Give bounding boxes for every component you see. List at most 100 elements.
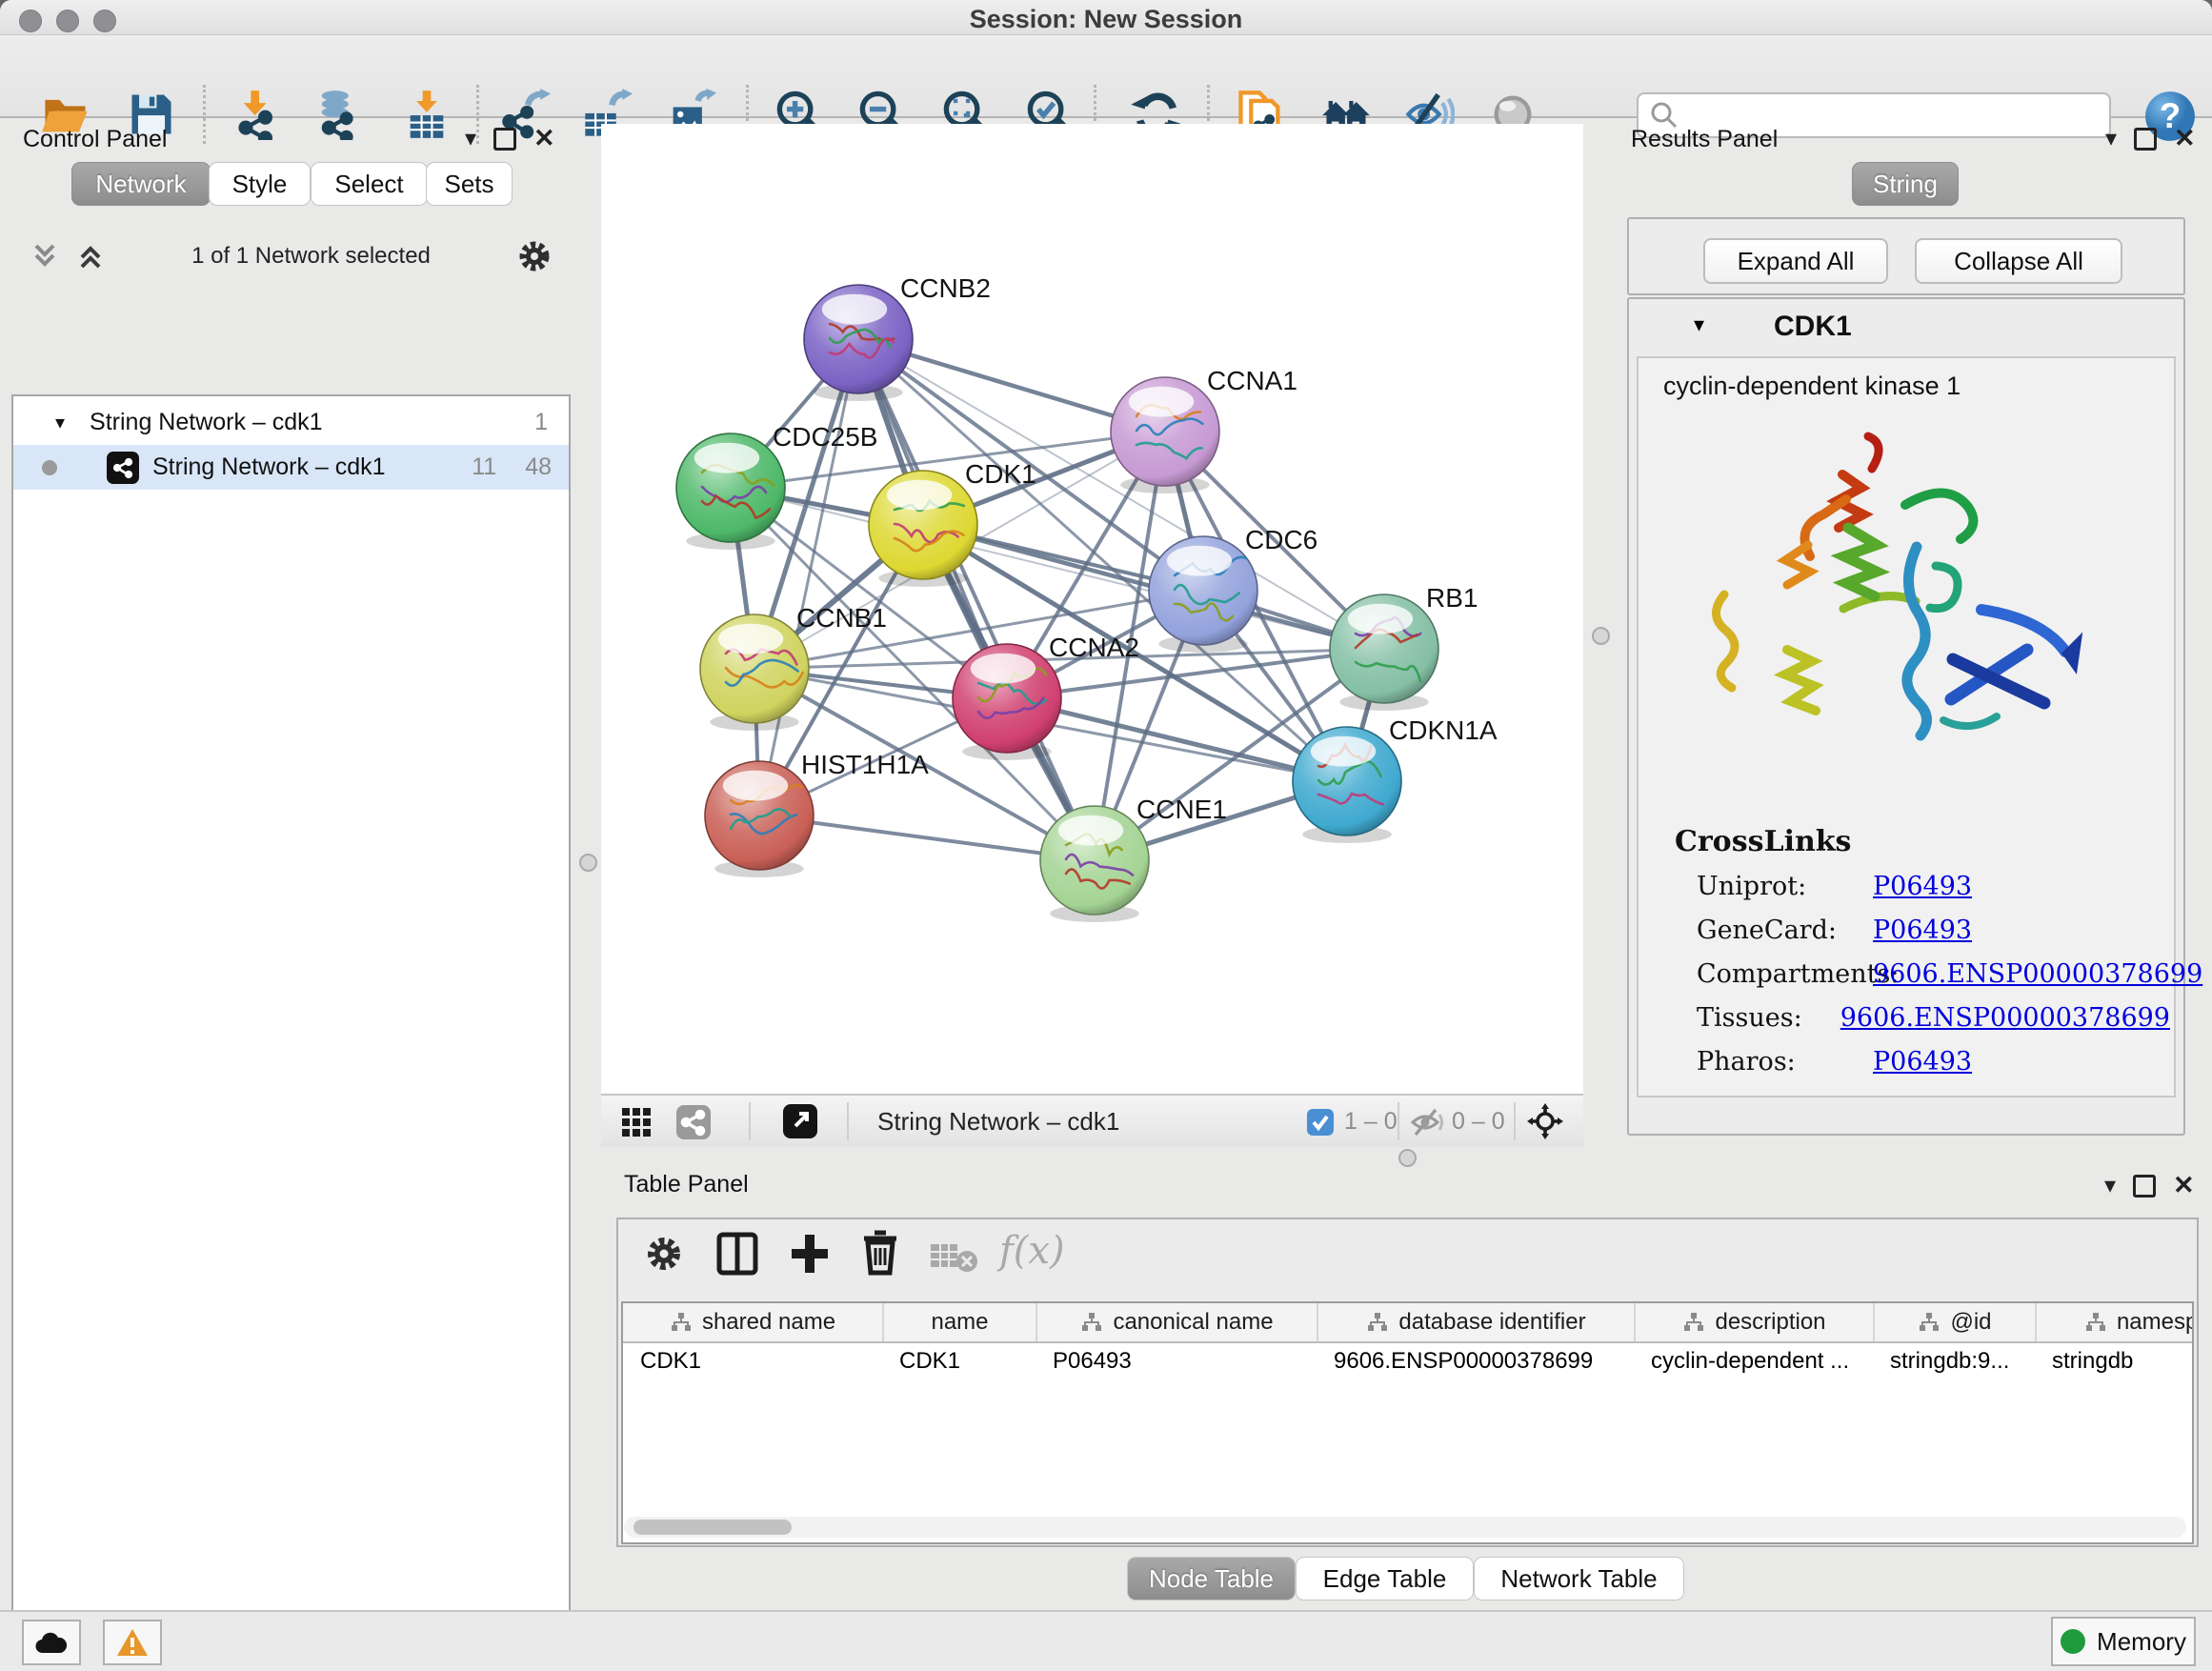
expand-all-button[interactable]: Expand All [1703,238,1888,284]
tab-network[interactable]: Network [71,162,211,206]
section-expander-icon[interactable]: ▾ [1694,312,1704,337]
table-cell[interactable]: 9606.ENSP00000378699 [1317,1343,1634,1379]
column-header-namespace[interactable]: namespace [2035,1303,2194,1341]
network-row[interactable]: String Network – cdk1 11 48 [13,445,569,490]
panel-menu-icon[interactable]: ▾ [2104,1175,2116,1198]
column-header-name[interactable]: name [882,1303,1036,1341]
node-label: CDKN1A [1389,715,1498,745]
node-table-grid: shared namenamecanonical namedatabase id… [621,1301,2194,1544]
network-node[interactable] [1040,806,1149,922]
tab-sets[interactable]: Sets [426,162,513,206]
string-panel-icon[interactable] [675,1104,712,1140]
panel-float-icon[interactable] [493,128,516,151]
network-node[interactable] [1111,377,1219,493]
column-header--id[interactable]: @id [1873,1303,2035,1341]
crosslink-link[interactable]: P06493 [1873,1047,1972,1077]
crosslink-row: Compartments:9606.ENSP00000378699 [1697,952,2170,996]
table-cell[interactable]: stringdb:9... [1873,1343,2035,1379]
crosslink-link[interactable]: 9606.ENSP00000378699 [1873,959,2202,989]
right-splitter-handle[interactable] [1592,627,1610,645]
selected-checkbox-icon[interactable] [1306,1108,1335,1137]
column-header-shared-name[interactable]: shared name [623,1303,882,1341]
network-node[interactable] [700,614,809,731]
toolbar-separator [847,1102,849,1140]
crosslink-row: Pharos:P06493 [1697,1039,2170,1083]
table-container: f(x) shared namenamecanonical namedataba… [616,1218,2199,1547]
network-collection-row[interactable]: ▾ String Network – cdk1 1 [13,400,569,445]
network-node[interactable] [1149,536,1257,653]
network-edge[interactable] [759,339,858,815]
table-cell[interactable]: CDK1 [623,1343,882,1379]
crosslink-link[interactable]: P06493 [1873,872,1972,901]
node-label: CDC6 [1245,525,1317,554]
crosslink-link[interactable]: P06493 [1873,916,1972,945]
panel-menu-icon[interactable]: ▾ [2105,128,2117,151]
crosslink-row: Tissues:9606.ENSP00000378699 [1697,996,2170,1039]
tab-network-table[interactable]: Network Table [1474,1557,1684,1601]
gene-section-header[interactable]: ▾ CDK1 [1629,307,2183,352]
collapse-all-button[interactable]: Collapse All [1915,238,2122,284]
shared-column-icon [1682,1312,1705,1333]
tab-node-table[interactable]: Node Table [1127,1557,1296,1601]
hidden-eye-icon [1409,1107,1447,1137]
collection-count: 1 [534,409,548,436]
warning-button[interactable] [103,1620,162,1665]
fit-content-icon[interactable] [1527,1103,1563,1139]
tab-select[interactable]: Select [311,162,428,206]
show-columns-icon[interactable] [715,1231,759,1277]
birds-eye-view-icon[interactable] [620,1106,653,1138]
delete-table-icon [929,1238,978,1273]
column-header-description[interactable]: description [1634,1303,1873,1341]
network-edge[interactable] [858,339,1095,860]
tab-style[interactable]: Style [209,162,311,206]
results-panel: Results Panel ▾ ✕ String Expand All Coll… [1619,116,2212,1164]
table-tabs: Node TableEdge TableNetwork Table [601,1557,2212,1601]
crosslink-link[interactable]: 9606.ENSP00000378699 [1840,1003,2170,1033]
expand-all-icon[interactable] [74,240,107,272]
network-node[interactable] [676,433,785,550]
table-cell[interactable]: CDK1 [882,1343,1036,1379]
tab-string[interactable]: String [1852,162,1959,206]
panel-float-icon[interactable] [2134,128,2157,151]
gear-icon[interactable] [515,237,553,275]
cloud-icon [34,1630,69,1655]
collapse-all-icon[interactable] [29,240,61,272]
network-node[interactable] [1293,727,1401,843]
panel-menu-icon[interactable]: ▾ [465,128,476,151]
memory-label: Memory [2097,1627,2186,1657]
panel-float-icon[interactable] [2133,1175,2156,1198]
cloud-button[interactable] [22,1620,81,1665]
network-canvas[interactable]: CCNB2CCNA1CDC25BCDK1CDC6RB1CCNB1CCNA2CDK… [601,124,1583,1094]
network-node[interactable] [1330,594,1438,711]
collection-name: String Network – cdk1 [90,409,323,436]
network-node[interactable] [953,644,1061,760]
protein-structure-image [1696,413,2105,814]
panel-close-icon[interactable]: ✕ [2173,1173,2195,1198]
delete-column-icon[interactable] [858,1229,902,1277]
table-gear-icon[interactable] [643,1233,685,1275]
toolbar-separator [1398,1102,1399,1140]
tab-edge-table[interactable]: Edge Table [1296,1557,1474,1601]
shared-column-icon [2084,1312,2107,1333]
scrollbar-thumb[interactable] [633,1520,792,1535]
collection-expander-icon[interactable]: ▾ [55,411,65,434]
panel-close-icon[interactable]: ✕ [2174,126,2196,151]
crosslinks-title: CrossLinks [1675,825,2170,858]
network-node[interactable] [705,761,814,877]
table-cell[interactable]: P06493 [1036,1343,1317,1379]
node-label: HIST1H1A [801,750,929,779]
table-cell[interactable]: cyclin-dependent ... [1634,1343,1873,1379]
memory-status-dot [2061,1629,2085,1654]
left-splitter-handle[interactable] [579,854,597,872]
open-in-window-icon[interactable] [782,1103,818,1139]
network-name: String Network – cdk1 [152,453,386,481]
memory-button[interactable]: Memory [2051,1617,2196,1666]
crosslink-label: GeneCard: [1697,916,1873,945]
create-column-icon[interactable] [788,1231,832,1277]
network-node-count: 11 [472,453,496,481]
column-header-canonical-name[interactable]: canonical name [1036,1303,1317,1341]
crosslink-row: Uniprot:P06493 [1697,864,2170,908]
panel-close-icon[interactable]: ✕ [533,126,555,151]
column-header-database-identifier[interactable]: database identifier [1317,1303,1634,1341]
table-cell[interactable]: stringdb [2035,1343,2194,1379]
